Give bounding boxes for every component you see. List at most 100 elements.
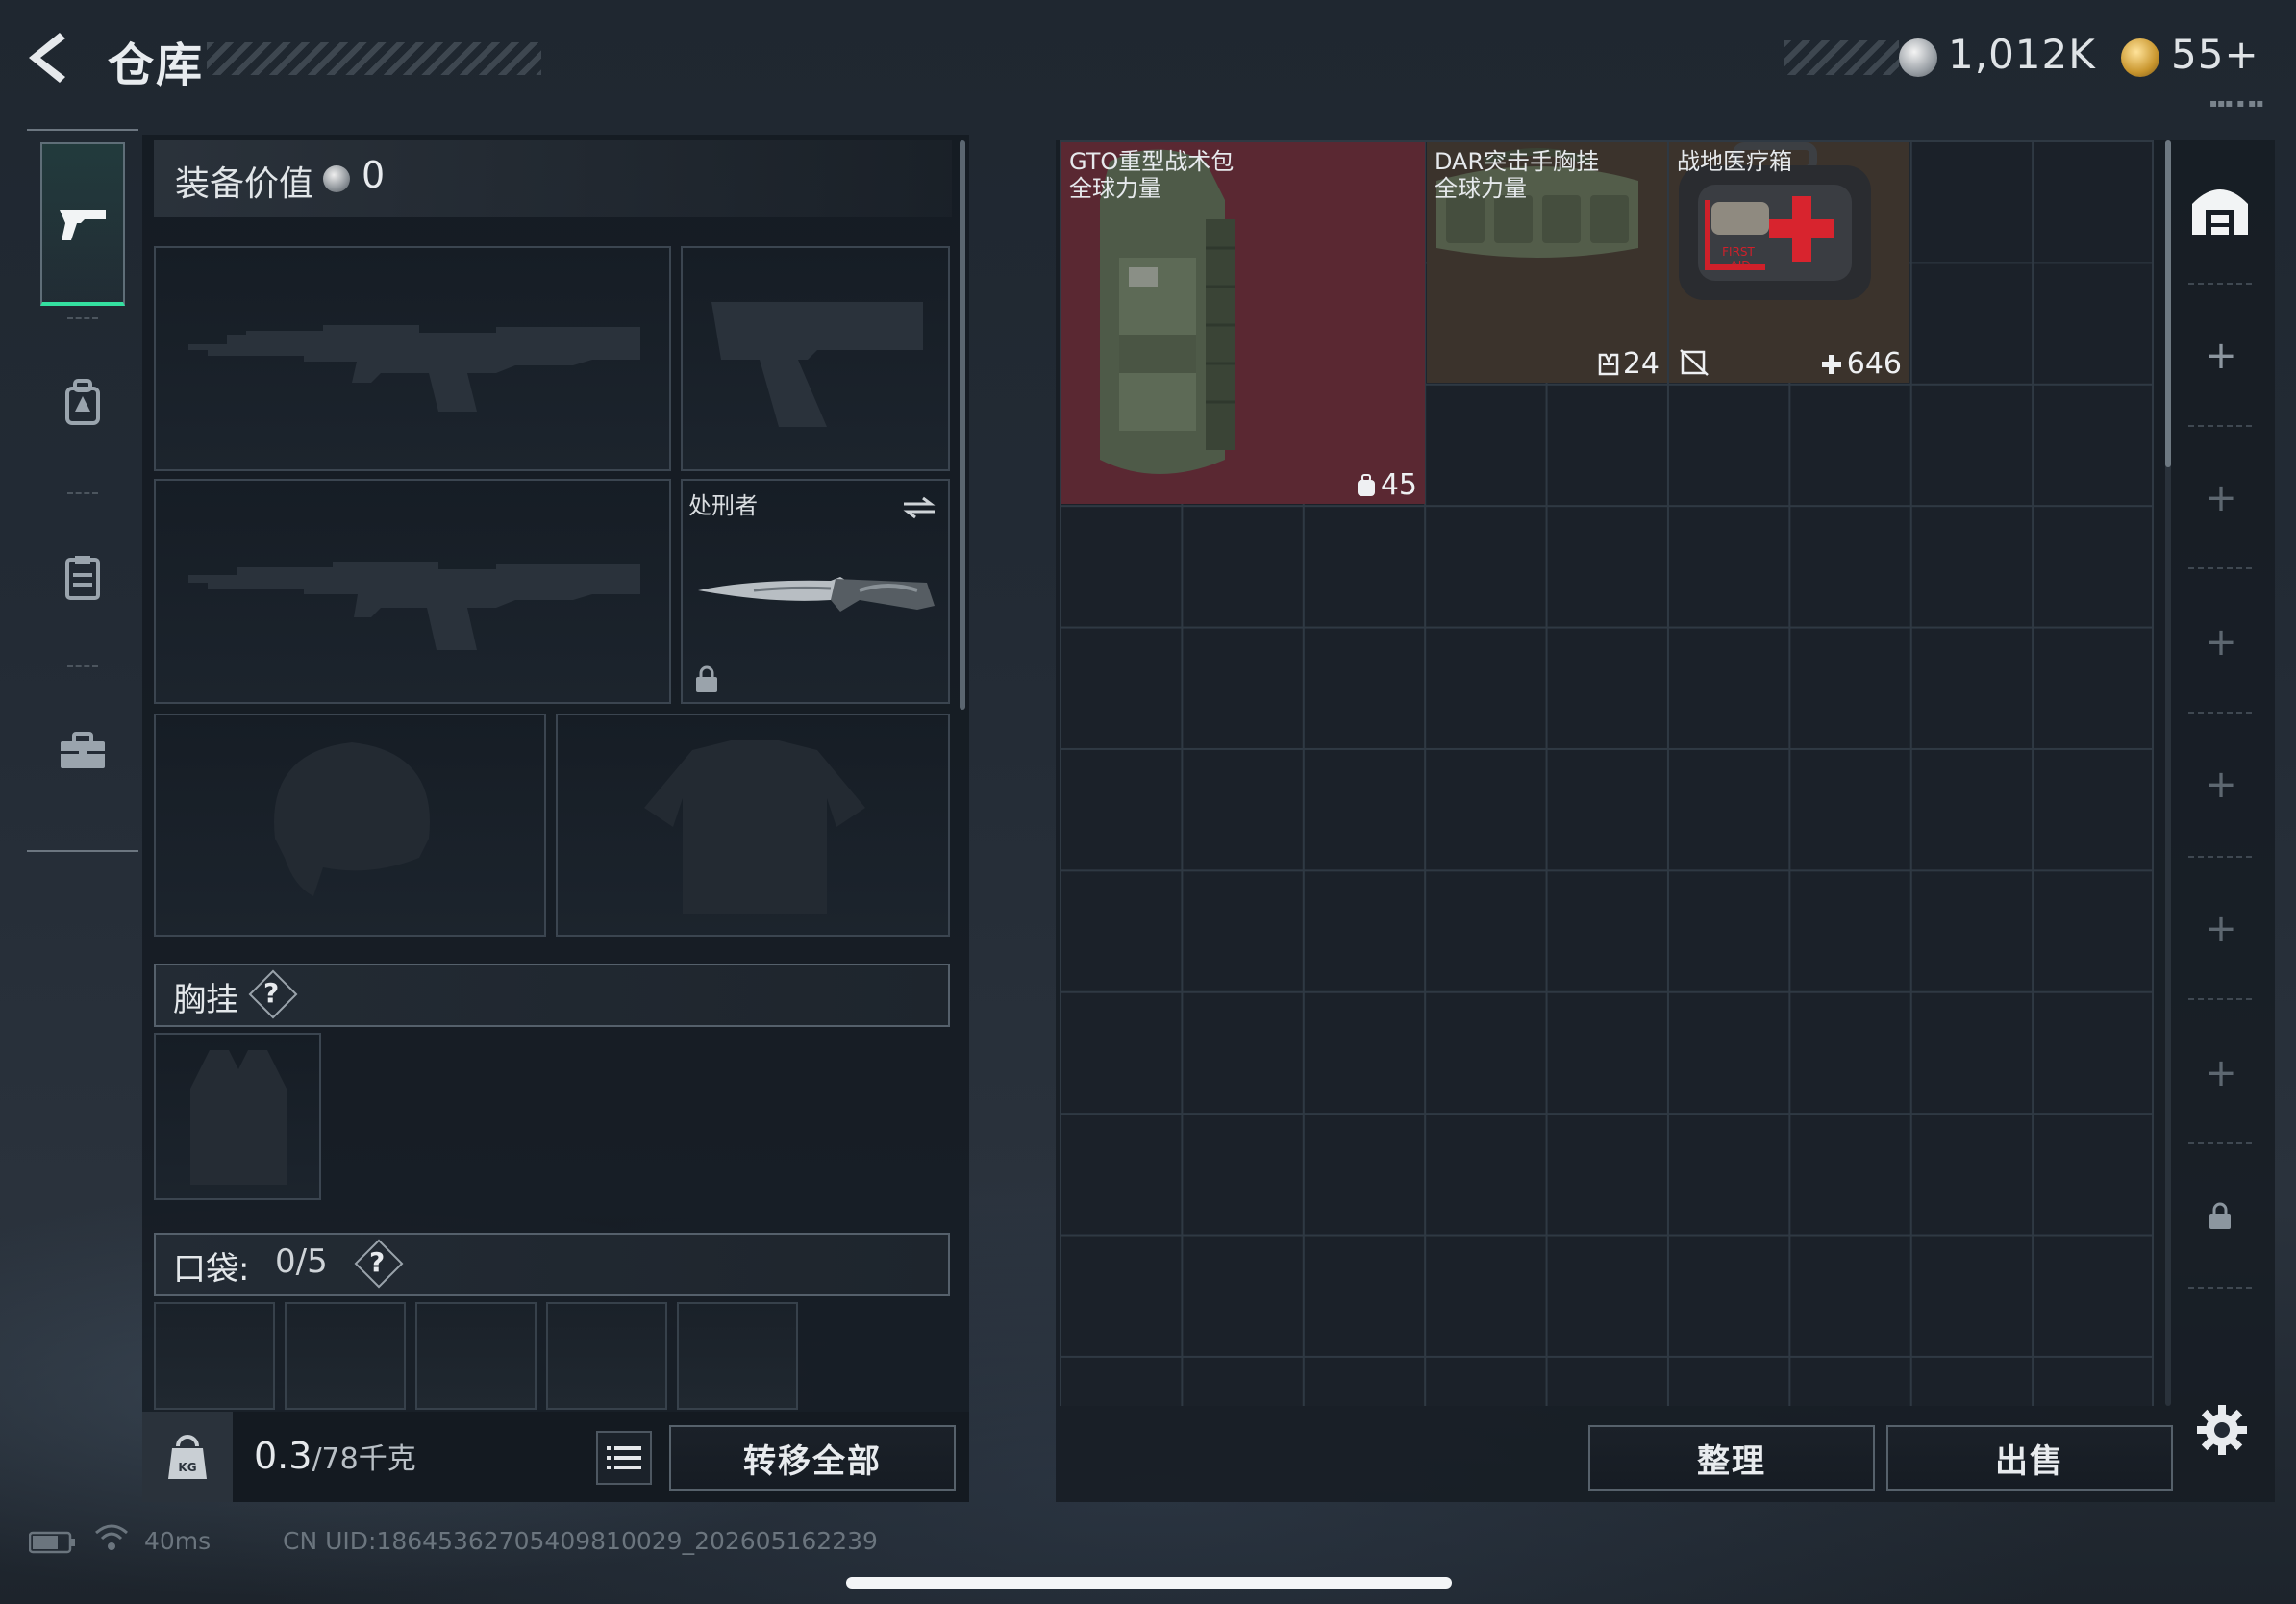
list-view-button[interactable] xyxy=(596,1431,652,1485)
item-count-value: 45 xyxy=(1380,468,1417,502)
backpack-icon xyxy=(1357,473,1375,496)
item-count: 646 xyxy=(1820,347,1902,381)
weight-readout: 0.3/78千克 xyxy=(254,1435,416,1477)
weight-current: 0.3 xyxy=(254,1435,312,1477)
pistol-icon xyxy=(60,210,106,240)
equipment-value-label: 装备价值 xyxy=(175,164,314,204)
home-indicator[interactable] xyxy=(846,1577,1452,1589)
secondary-weapon-slot[interactable] xyxy=(154,479,671,704)
user-uid: CN UID:1864536270540981​0029_20260516223… xyxy=(283,1527,878,1555)
nav-separator xyxy=(67,492,98,494)
pocket-slot[interactable] xyxy=(154,1302,275,1410)
title-decoration xyxy=(207,42,541,75)
side-separator xyxy=(2188,1287,2252,1289)
gold-coin-icon xyxy=(2121,38,2159,77)
pocket-slot[interactable] xyxy=(415,1302,537,1410)
equipment-value: 0 xyxy=(362,154,386,196)
pocket-slot[interactable] xyxy=(285,1302,406,1410)
storage-item-medkit[interactable]: FIRST AID 战地医疗箱 646 xyxy=(1669,142,1909,383)
side-separator xyxy=(2188,1142,2252,1144)
pocket-slot[interactable] xyxy=(677,1302,798,1410)
back-button[interactable] xyxy=(21,29,79,87)
medical-cross-icon xyxy=(1821,354,1841,374)
lock-icon xyxy=(2209,1202,2231,1229)
add-storage-tab-button[interactable]: + xyxy=(2194,329,2248,383)
nav-tab-weapons[interactable] xyxy=(40,142,125,306)
chest-rig-slot[interactable] xyxy=(154,1033,321,1200)
rifle-silhouette-icon xyxy=(188,325,640,412)
helmet-slot[interactable] xyxy=(154,714,546,937)
add-storage-tab-button[interactable]: + xyxy=(2194,758,2248,812)
knife-image xyxy=(698,577,935,612)
vest-icon xyxy=(1598,353,1619,375)
add-storage-tab-button[interactable]: + xyxy=(2194,471,2248,525)
side-separator xyxy=(2188,998,2252,1000)
warehouse-icon xyxy=(2192,189,2248,235)
item-count-value: 646 xyxy=(1846,347,1902,381)
side-separator xyxy=(2188,283,2252,285)
lock-icon xyxy=(696,665,717,692)
no-repair-icon xyxy=(1680,349,1709,376)
primary-weapon-slot[interactable] xyxy=(154,246,671,471)
add-storage-tab-button[interactable]: + xyxy=(2194,615,2248,669)
melee-item-name: 处刑者 xyxy=(688,492,758,519)
add-storage-tab-button[interactable]: + xyxy=(2194,902,2248,956)
nav-separator xyxy=(67,317,98,319)
svg-text:KG: KG xyxy=(178,1461,196,1474)
helmet-silhouette-icon xyxy=(274,742,430,896)
back-arrow-icon xyxy=(29,33,65,83)
chest-rig-label: 胸挂 xyxy=(173,981,238,1019)
help-icon: ? xyxy=(369,1246,386,1278)
item-name: DAR突击手胸挂 全球力量 xyxy=(1435,148,1599,202)
swap-icon xyxy=(903,496,936,519)
pistol-slot[interactable] xyxy=(681,246,950,471)
storage-tab-locked[interactable] xyxy=(2208,1202,2233,1235)
weight-max: /78千克 xyxy=(312,1442,416,1476)
side-separator xyxy=(2188,425,2252,427)
gold-currency-value[interactable]: 55+ xyxy=(2171,31,2259,78)
body-armor-slot[interactable] xyxy=(556,714,950,937)
toolbox-icon xyxy=(61,732,105,768)
svg-text:FIRST: FIRST xyxy=(1722,245,1755,259)
silver-currency-value: 1,012K xyxy=(1948,31,2096,78)
storage-scrollbar[interactable] xyxy=(2165,140,2171,467)
gear-icon xyxy=(2197,1405,2247,1455)
add-storage-tab-button[interactable]: + xyxy=(2194,1046,2248,1100)
organize-button[interactable]: 整理 xyxy=(1588,1425,1875,1491)
equipment-value-coin-icon xyxy=(323,165,350,192)
ping-readout: 40ms xyxy=(144,1527,212,1555)
help-icon: ? xyxy=(263,977,280,1009)
storage-tab-main[interactable] xyxy=(2188,179,2252,246)
vest-silhouette-icon xyxy=(190,1050,287,1185)
storage-item-chest-rig[interactable]: DAR突击手胸挂 全球力量 24 xyxy=(1427,142,1667,383)
side-separator xyxy=(2188,567,2252,569)
nav-tab-backpack[interactable] xyxy=(40,321,125,485)
item-name: 战地医疗箱 xyxy=(1677,148,1792,175)
item-name-line1: DAR突击手胸挂 xyxy=(1435,148,1600,175)
armor-silhouette-icon xyxy=(644,740,865,914)
currency-decoration xyxy=(1784,40,1899,75)
nav-tab-toolbox[interactable] xyxy=(40,669,125,833)
item-count-value: 24 xyxy=(1622,347,1660,381)
vest-icon xyxy=(65,556,100,600)
header-tiny-label: ▪▪▪ ▪ ▪▪ xyxy=(2209,96,2264,110)
pocket-slot[interactable] xyxy=(546,1302,667,1410)
svg-text:AID: AID xyxy=(1731,259,1751,272)
item-name-line1: GTO重型战术包 xyxy=(1069,148,1235,175)
wifi-icon xyxy=(94,1523,129,1556)
transfer-all-button[interactable]: 转移全部 xyxy=(669,1425,956,1491)
weight-lock-button[interactable]: KG xyxy=(142,1412,233,1502)
side-separator xyxy=(2188,856,2252,858)
pistol-silhouette-icon xyxy=(711,302,923,427)
sell-button[interactable]: 出售 xyxy=(1886,1425,2173,1491)
storage-item-backpack[interactable]: GTO重型战术包 全球力量 45 xyxy=(1061,142,1425,504)
equipment-scrollbar[interactable] xyxy=(960,140,965,710)
nav-tab-vest[interactable] xyxy=(40,496,125,660)
pocket-section-bar xyxy=(154,1233,950,1296)
item-name-line1: 战地医疗箱 xyxy=(1677,148,1792,175)
nav-separator xyxy=(67,665,98,667)
page-title: 仓库 xyxy=(108,38,205,92)
pocket-count: 0/5 xyxy=(275,1242,328,1281)
settings-button[interactable] xyxy=(2196,1404,2248,1460)
kg-weight-icon: KG xyxy=(168,1435,207,1479)
